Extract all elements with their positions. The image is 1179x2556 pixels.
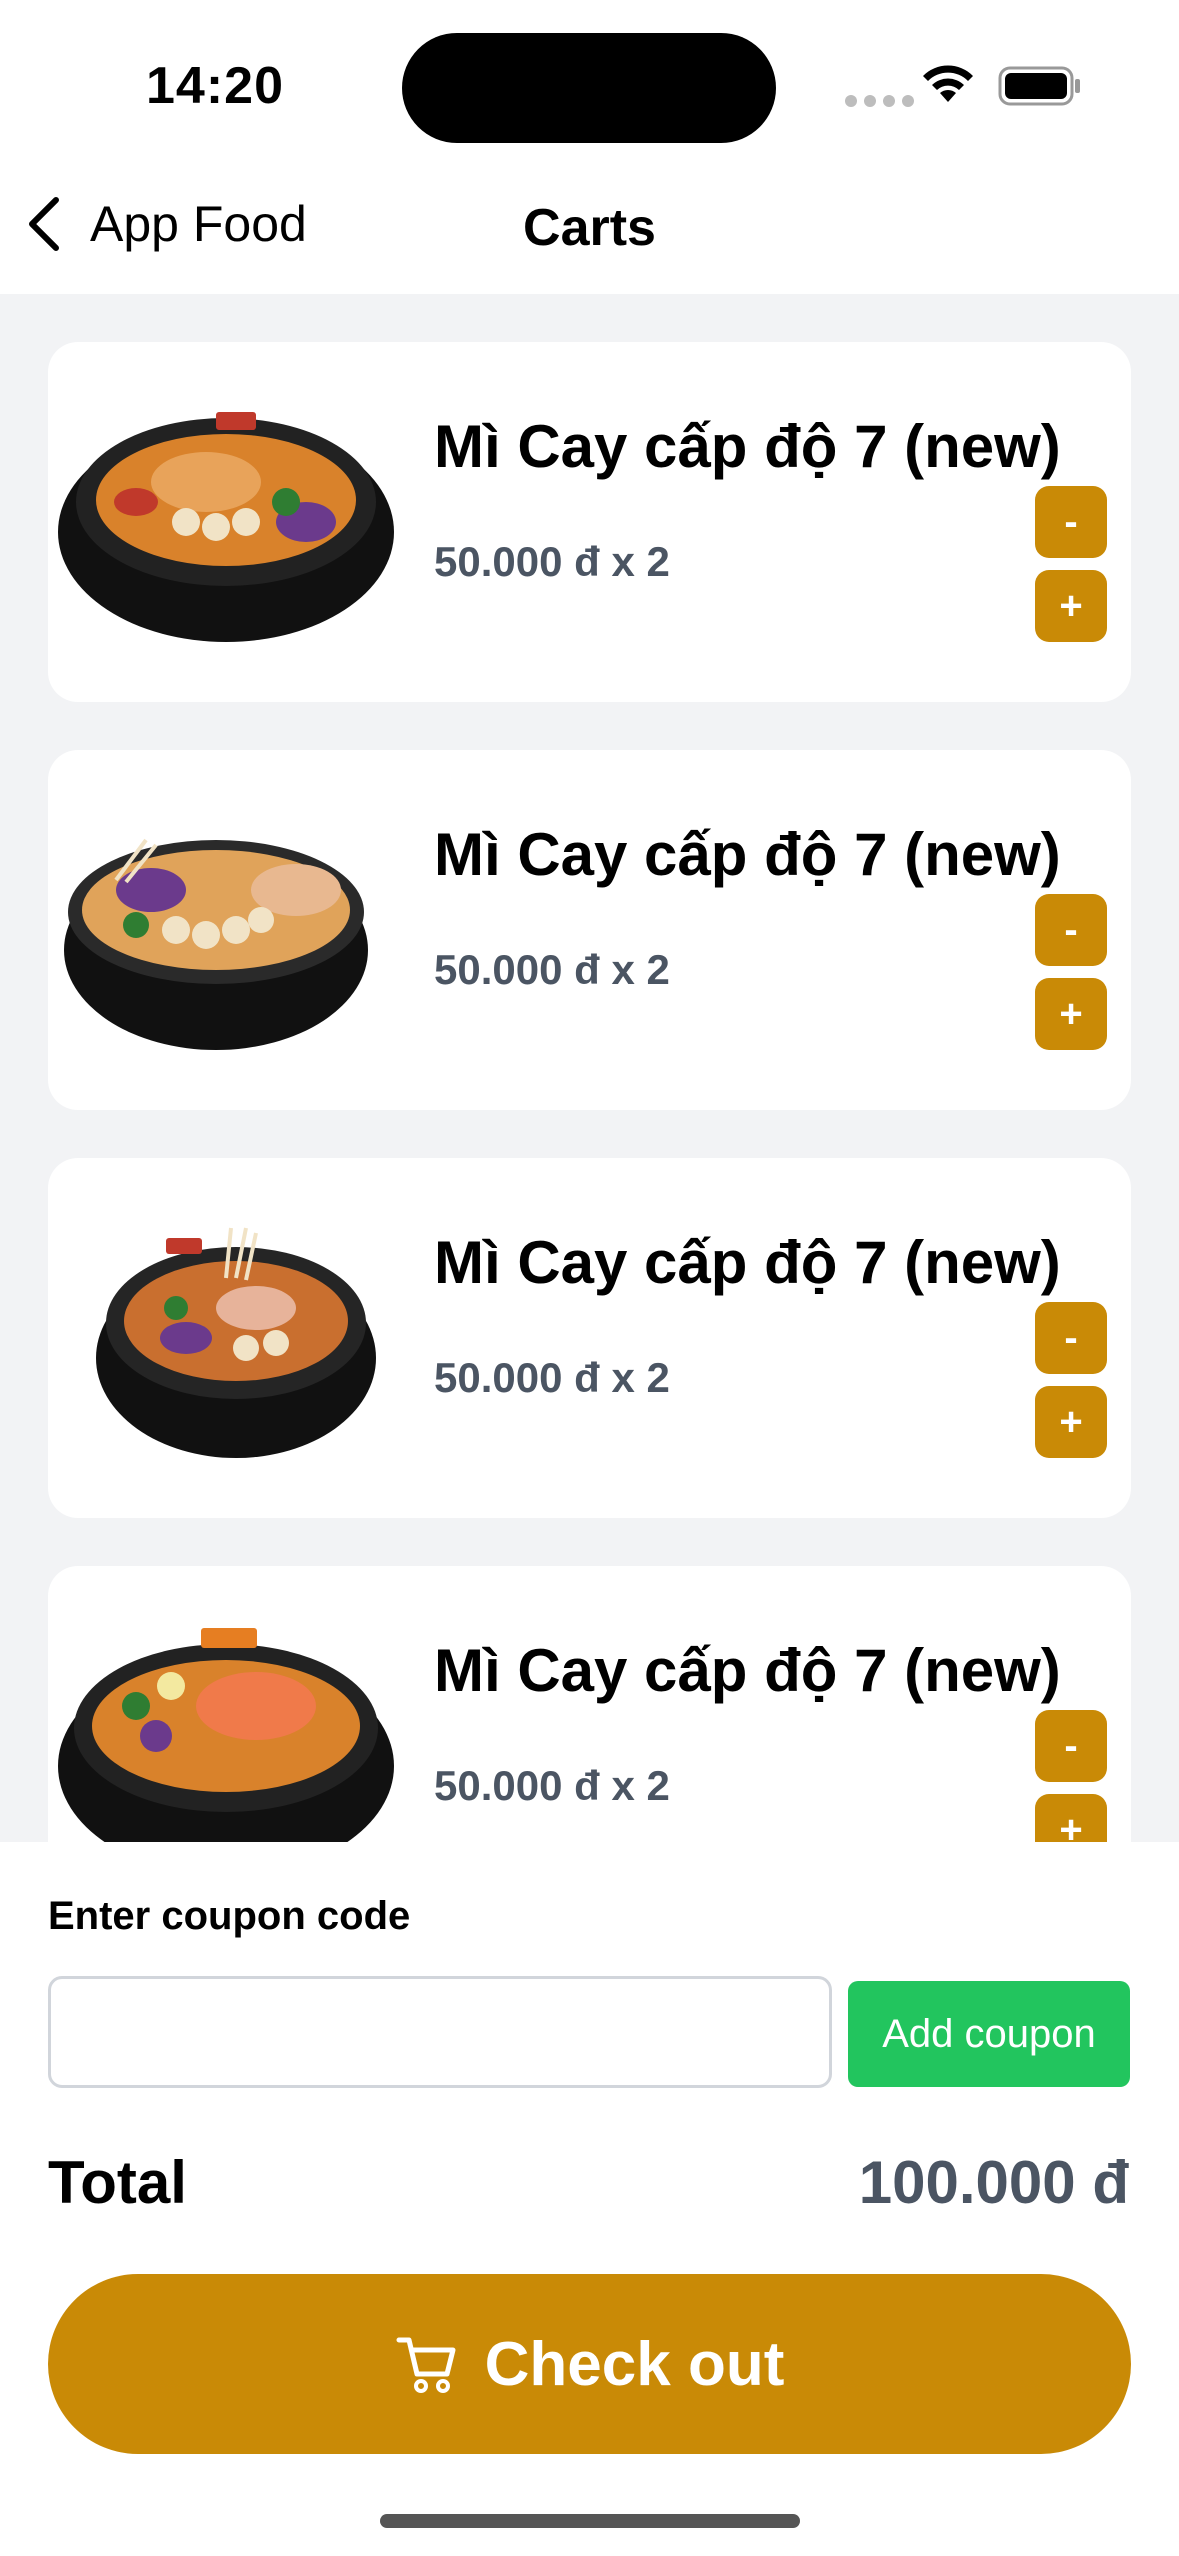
status-time: 14:20 [146, 57, 284, 115]
checkout-label: Check out [484, 2329, 785, 2399]
decrease-quantity-button[interactable]: - [1035, 486, 1107, 558]
cellular-signal-icon [845, 95, 914, 107]
coupon-input[interactable] [48, 1976, 832, 2088]
checkout-panel: Enter coupon code Add coupon Total 100.0… [0, 1842, 1179, 2556]
item-name: Mì Cay cấp độ 7 (new) [434, 1637, 1061, 1704]
food-image [96, 1227, 376, 1458]
cart-list[interactable]: Mì Cay cấp độ 7 (new) 50.000 đ x 2 - + M… [0, 294, 1179, 1842]
item-name: Mì Cay cấp độ 7 (new) [434, 413, 1061, 480]
increase-quantity-button[interactable]: + [1035, 1794, 1107, 1842]
cart-item: Mì Cay cấp độ 7 (new) 50.000 đ x 2 - + [48, 750, 1131, 1110]
decrease-quantity-button[interactable]: - [1035, 1710, 1107, 1782]
status-bar: 14:20 [0, 0, 1179, 170]
page-title: Carts [523, 199, 656, 257]
cart-item: Mì Cay cấp độ 7 (new) 50.000 đ x 2 - + [48, 342, 1131, 702]
increase-quantity-button[interactable]: + [1035, 978, 1107, 1050]
food-image [58, 1628, 394, 1842]
cart-item: Mì Cay cấp độ 7 (new) 50.000 đ x 2 - + [48, 1566, 1131, 1842]
food-image [58, 412, 394, 642]
navigation-bar: App Food Carts [0, 170, 1179, 294]
cart-item: Mì Cay cấp độ 7 (new) 50.000 đ x 2 - + [48, 1158, 1131, 1518]
wifi-icon [923, 65, 973, 102]
checkout-button[interactable]: Check out [48, 2274, 1131, 2454]
item-name: Mì Cay cấp độ 7 (new) [434, 1229, 1061, 1296]
item-price: 50.000 đ x 2 [434, 946, 670, 993]
home-indicator [380, 2514, 800, 2528]
dynamic-island [402, 33, 776, 143]
item-price: 50.000 đ x 2 [434, 1762, 670, 1809]
coupon-label: Enter coupon code [48, 1894, 411, 1938]
decrease-quantity-button[interactable]: - [1035, 1302, 1107, 1374]
add-coupon-button[interactable]: Add coupon [848, 1981, 1130, 2087]
item-name: Mì Cay cấp độ 7 (new) [434, 821, 1061, 888]
total-value: 100.000 đ [858, 2149, 1129, 2216]
battery-icon [998, 66, 1080, 106]
increase-quantity-button[interactable]: + [1035, 1386, 1107, 1458]
cart-icon [396, 2337, 456, 2393]
increase-quantity-button[interactable]: + [1035, 570, 1107, 642]
decrease-quantity-button[interactable]: - [1035, 894, 1107, 966]
food-image [64, 838, 368, 1050]
total-label: Total [48, 2149, 187, 2216]
item-price: 50.000 đ x 2 [434, 538, 670, 585]
item-price: 50.000 đ x 2 [434, 1354, 670, 1401]
